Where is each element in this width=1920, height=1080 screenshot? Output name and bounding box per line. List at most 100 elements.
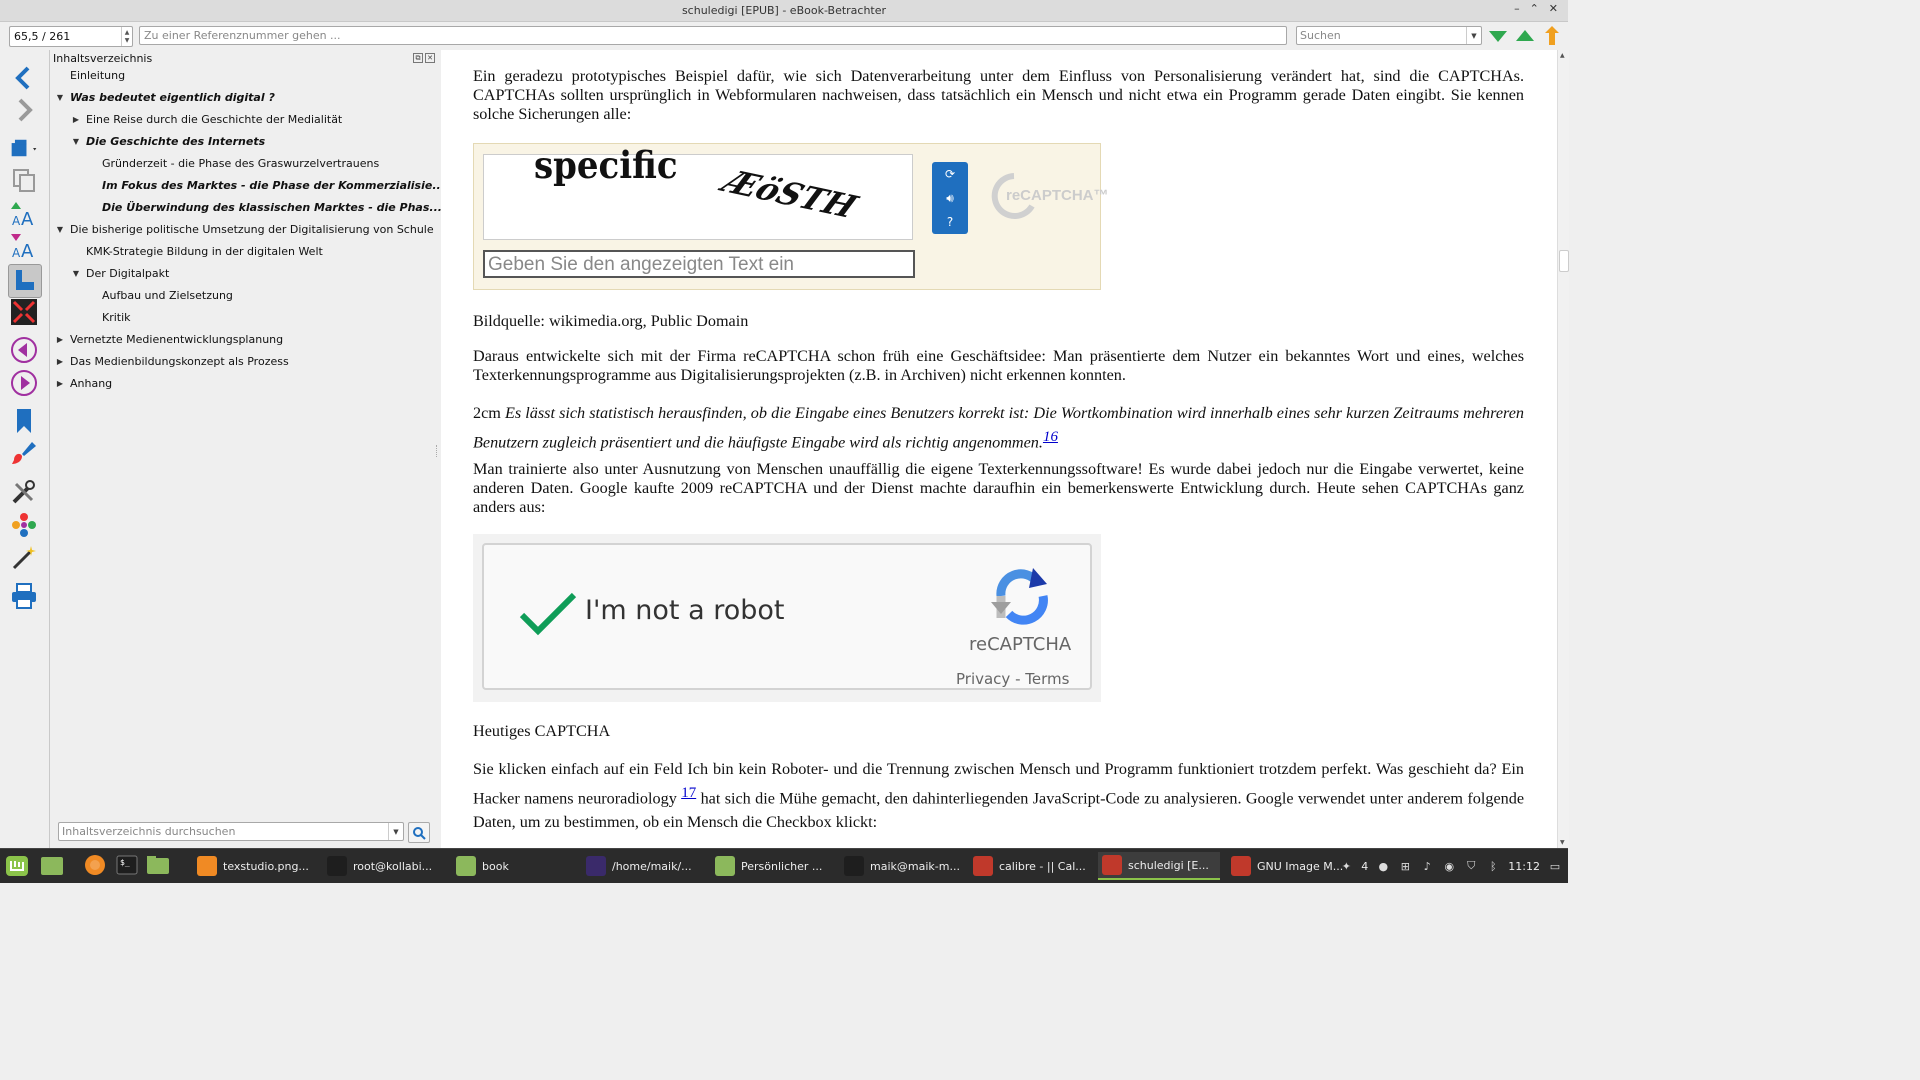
search-input[interactable]: Suchen ▼ (1296, 26, 1482, 45)
taskbar-window-button[interactable]: schuledigi [E... (1098, 852, 1220, 880)
collapsed-arrow-icon[interactable]: ▶ (54, 379, 66, 388)
maximize-button[interactable]: ⌃ (1530, 2, 1539, 15)
page-position-value[interactable]: 65,5 / 261 (10, 30, 121, 43)
panel-splitter[interactable] (436, 445, 440, 457)
preferences-tools-icon[interactable] (10, 478, 38, 506)
taskbar-window-button[interactable]: maik@maik-m... (840, 852, 966, 880)
menu-arrow-icon[interactable] (1541, 25, 1563, 47)
toc-search-button[interactable] (408, 822, 430, 843)
taskbar-window-button[interactable]: texstudio.png... (193, 852, 319, 880)
print-icon[interactable] (10, 582, 38, 610)
taskbar-window-button[interactable]: /home/maik/... (582, 852, 708, 880)
search-dropdown-icon[interactable]: ▼ (1466, 27, 1481, 44)
user-icon[interactable]: ● (1376, 859, 1390, 873)
toc-item[interactable]: ▼ Die bisherige politische Umsetzung der … (54, 218, 434, 240)
search-next-icon[interactable] (1487, 25, 1509, 47)
network-icon[interactable]: ⊞ (1398, 859, 1412, 873)
toc-item[interactable]: Aufbau und Zielsetzung (86, 284, 233, 306)
spin-up-icon[interactable]: ▲ (125, 29, 130, 37)
bluetooth-icon[interactable]: ᛒ (1486, 859, 1500, 873)
forward-icon[interactable] (10, 96, 38, 124)
notifications-icon[interactable]: ✦ (1339, 859, 1353, 873)
toc-close-icon[interactable]: ✕ (425, 53, 435, 63)
taskbar: $_ texstudio.png... root@kollabi... book/h… (0, 848, 1568, 883)
open-book-icon[interactable] (10, 134, 38, 162)
toc-item[interactable]: Im Fokus des Marktes - die Phase der Kom… (86, 174, 445, 196)
toc-item[interactable]: ▶ Eine Reise durch die Geschichte der Med… (70, 108, 342, 130)
minimize-button[interactable]: – (1514, 2, 1520, 15)
recaptcha-brand-label: reCAPTCHA (969, 634, 1072, 655)
content-scrollbar[interactable]: ▲ ▼ (1557, 50, 1569, 848)
spin-down-icon[interactable]: ▼ (125, 37, 130, 45)
scrollbar-thumb[interactable] (1559, 250, 1569, 272)
copy-icon[interactable] (10, 166, 38, 194)
back-icon[interactable] (10, 64, 38, 92)
font-size-increase-icon[interactable]: AA (10, 200, 38, 228)
scroll-up-icon[interactable]: ▲ (1560, 52, 1565, 59)
page-position-spinbox[interactable]: 65,5 / 261 ▲ ▼ (9, 26, 133, 47)
theme-brush-icon[interactable] (10, 440, 38, 468)
expanded-arrow-icon[interactable]: ▼ (70, 269, 82, 278)
collapsed-arrow-icon[interactable]: ▶ (54, 357, 66, 366)
collapsed-arrow-icon[interactable]: ▶ (54, 335, 66, 344)
system-tray: ✦ 4 ● ⊞ ♪ ◉ ⛉ ᛒ 11:12 ▭ (1339, 849, 1568, 883)
taskbar-window-button[interactable]: book (452, 852, 578, 880)
toc-item[interactable]: KMK-Strategie Bildung in der digitalen W… (70, 240, 323, 262)
taskbar-window-button[interactable]: Persönlicher ... (711, 852, 837, 880)
toc-item[interactable]: Einleitung (54, 64, 125, 86)
expanded-arrow-icon[interactable]: ▼ (54, 93, 66, 102)
toc-item[interactable]: Kritik (86, 306, 131, 328)
show-desktop-icon[interactable] (40, 855, 64, 877)
footnote-link-16[interactable]: 16 (1043, 429, 1058, 445)
book-content: Ein geradezu prototypisches Beispiel daf… (441, 50, 1557, 848)
font-size-decrease-icon[interactable]: AA (10, 232, 38, 260)
update-manager-icon[interactable]: ◉ (1442, 859, 1456, 873)
toc-item[interactable]: ▶ Vernetzte Medienentwicklungsplanung (54, 328, 283, 350)
toc-item[interactable]: ▶ Das Medienbildungskonzept als Prozess (54, 350, 289, 372)
previous-page-icon[interactable] (10, 336, 38, 364)
files-launcher-icon[interactable] (146, 854, 170, 876)
toc-item[interactable]: ▼ Was bedeutet eigentlich digital ? (54, 86, 275, 108)
collapsed-arrow-icon[interactable]: ▶ (70, 115, 82, 124)
taskbar-window-button[interactable]: GNU Image M... (1227, 852, 1343, 880)
toc-item-label: KMK-Strategie Bildung in der digitalen W… (86, 244, 323, 258)
terminal-launcher-icon[interactable]: $_ (116, 854, 138, 876)
scroll-down-icon[interactable]: ▼ (1560, 839, 1565, 846)
toc-float-icon[interactable]: ⧉ (413, 53, 423, 63)
toc-item[interactable]: ▶ Anhang (54, 372, 112, 394)
toc-search-input[interactable]: Inhaltsverzeichnis durchsuchen ▼ (58, 822, 404, 841)
bookmark-icon[interactable] (10, 407, 38, 435)
toc-panel: Inhaltsverzeichnis ⧉ ✕ Einleitung ▼ Was be… (49, 50, 445, 848)
expanded-arrow-icon[interactable]: ▼ (54, 225, 66, 234)
expanded-arrow-icon[interactable]: ▼ (70, 137, 82, 146)
toc-search-dropdown-icon[interactable]: ▼ (388, 823, 403, 840)
search-previous-icon[interactable] (1514, 25, 1536, 47)
taskbar-window-button[interactable]: root@kollabi... (323, 852, 449, 880)
reference-input[interactable]: Zu einer Referenznummer gehen ... (139, 26, 1287, 45)
toc-item[interactable]: Gründerzeit - die Phase des Graswurzelve… (86, 152, 379, 174)
svg-text:A: A (12, 214, 21, 228)
fullscreen-icon[interactable] (10, 298, 38, 326)
magic-wand-icon[interactable] (10, 544, 38, 572)
volume-icon[interactable]: ♪ (1420, 859, 1434, 873)
next-page-icon[interactable] (10, 369, 38, 397)
toc-item[interactable]: Die Überwindung des klassischen Marktes … (86, 196, 442, 218)
taskbar-window-button[interactable]: calibre - || Cal... (969, 852, 1095, 880)
plugins-icon[interactable] (10, 511, 38, 539)
toc-search-placeholder[interactable]: Inhaltsverzeichnis durchsuchen (59, 825, 388, 838)
spin-buttons[interactable]: ▲ ▼ (121, 27, 132, 46)
toc-item[interactable]: ▼ Die Geschichte des Internets (70, 130, 265, 152)
search-placeholder[interactable]: Suchen (1297, 29, 1466, 42)
mint-menu-icon[interactable] (5, 855, 29, 877)
show-desktop-corner-icon[interactable]: ▭ (1548, 859, 1562, 873)
toc-item-label: Was bedeutet eigentlich digital ? (70, 90, 275, 104)
footnote-link-17[interactable]: 17 (681, 785, 696, 801)
shield-icon[interactable]: ⛉ (1464, 859, 1478, 873)
close-button[interactable]: ✕ (1549, 2, 1558, 15)
firefox-launcher-icon[interactable] (84, 854, 106, 876)
toc-toggle-button[interactable] (8, 264, 42, 298)
refresh-icon: ⟳ (944, 167, 956, 181)
toc-item-label: Anhang (70, 376, 113, 390)
toc-item-label: Die Überwindung des klassischen Marktes … (102, 200, 442, 214)
toc-item[interactable]: ▼ Der Digitalpakt (70, 262, 169, 284)
